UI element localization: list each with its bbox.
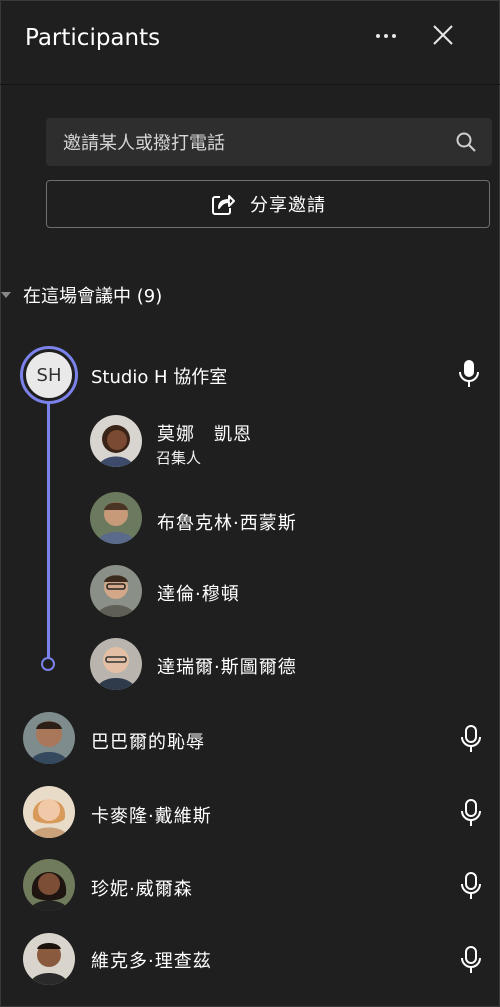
invite-search-input[interactable] <box>46 118 445 168</box>
mic-icon[interactable] <box>460 798 482 828</box>
participant-row[interactable]: 巴巴爾的恥辱 <box>0 708 500 768</box>
mic-icon[interactable] <box>460 724 482 754</box>
group-member-row[interactable]: 布魯克林·西蒙斯 <box>0 490 500 550</box>
avatar <box>90 638 142 690</box>
mic-icon[interactable] <box>460 871 482 901</box>
group-member-row[interactable]: 達瑞爾·斯圖爾德 <box>0 636 500 696</box>
group-member-row[interactable]: 莫娜 凱恩 召集人 <box>0 411 500 471</box>
avatar <box>23 859 75 911</box>
participant-name: 布魯克林·西蒙斯 <box>157 513 297 534</box>
participant-row[interactable]: 維克多·理查茲 <box>0 929 500 989</box>
avatar <box>90 492 142 544</box>
close-icon[interactable] <box>428 20 458 50</box>
organizer-role: 召集人 <box>156 449 202 467</box>
participant-row[interactable]: 珍妮·威爾森 <box>0 855 500 915</box>
in-meeting-section-toggle[interactable]: 在這場會議中 (9) <box>0 280 300 310</box>
avatar <box>23 712 75 764</box>
participant-row[interactable]: 卡麥隆·戴維斯 <box>0 782 500 842</box>
avatar <box>90 565 142 617</box>
chevron-down-icon <box>1 292 11 298</box>
invite-search-box <box>46 118 492 168</box>
more-icon <box>376 34 380 38</box>
more-options-button[interactable] <box>368 22 404 50</box>
participant-name: 莫娜 凱恩 <box>157 424 252 445</box>
search-icon[interactable] <box>454 130 478 154</box>
share-invite-button[interactable]: 分享邀請 <box>46 180 490 228</box>
avatar <box>23 786 75 838</box>
panel-title: Participants <box>25 25 161 51</box>
group-initials: SH <box>26 352 72 398</box>
mic-icon[interactable] <box>460 945 482 975</box>
more-icon-dot <box>392 34 396 38</box>
participant-name: 達倫·穆頓 <box>157 584 240 605</box>
participant-name: 維克多·理查茲 <box>91 951 212 972</box>
participant-name: 達瑞爾·斯圖爾德 <box>157 657 297 678</box>
participant-name: 珍妮·威爾森 <box>91 879 193 900</box>
share-invite-label: 分享邀請 <box>250 195 326 216</box>
panel-header: Participants <box>0 0 500 85</box>
participant-name: 卡麥隆·戴維斯 <box>91 806 212 827</box>
group-member-row[interactable]: 達倫·穆頓 <box>0 563 500 623</box>
mic-icon[interactable] <box>458 359 480 389</box>
share-icon <box>212 195 235 215</box>
group-name[interactable]: Studio H 協作室 <box>91 363 227 389</box>
more-icon-dot <box>384 34 388 38</box>
section-label: 在這場會議中 (9) <box>23 286 163 307</box>
avatar <box>23 933 75 985</box>
group-avatar[interactable]: SH <box>20 346 78 404</box>
participant-name: 巴巴爾的恥辱 <box>91 732 205 753</box>
avatar <box>90 415 142 467</box>
